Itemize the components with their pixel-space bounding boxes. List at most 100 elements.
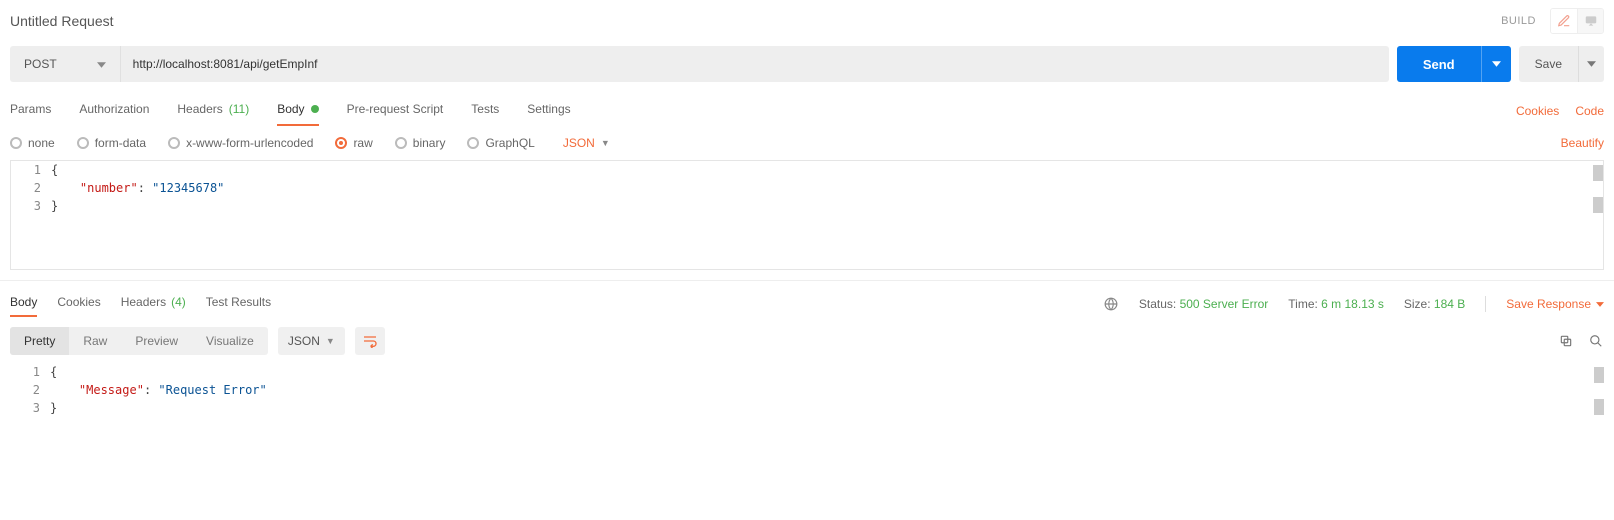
globe-icon[interactable] — [1103, 296, 1119, 312]
view-tab-visualize[interactable]: Visualize — [192, 327, 268, 355]
radio-binary-label: binary — [413, 136, 446, 150]
radio-none[interactable]: none — [10, 136, 55, 150]
code-indent — [51, 181, 80, 195]
cookies-link[interactable]: Cookies — [1516, 104, 1559, 118]
tab-headers-label: Headers — [177, 102, 222, 116]
radio-binary[interactable]: binary — [395, 136, 446, 150]
wrap-icon — [362, 334, 378, 348]
response-format-dropdown[interactable]: JSON ▼ — [278, 327, 345, 355]
line-number: 3 — [11, 197, 51, 215]
edit-icon-btn[interactable] — [1551, 9, 1577, 33]
tab-headers-count: (11) — [229, 102, 249, 116]
scroll-marker — [1594, 367, 1604, 383]
line-number: 1 — [10, 363, 50, 381]
view-tab-pretty[interactable]: Pretty — [10, 327, 69, 355]
caret-down-icon: ▼ — [326, 336, 335, 346]
size-label: Size: — [1404, 297, 1431, 311]
code-token: { — [51, 163, 58, 177]
build-label: BUILD — [1501, 15, 1536, 27]
request-body-editor[interactable]: 1{ 2 "number": "12345678" 3} — [10, 160, 1604, 270]
code-colon: : — [138, 181, 152, 195]
status-value: 500 Server Error — [1180, 297, 1269, 311]
response-view-right — [1558, 333, 1604, 349]
size-group: Size: 184 B — [1404, 297, 1465, 311]
resp-tab-headers[interactable]: Headers (4) — [121, 291, 186, 317]
code-key: "Message" — [79, 383, 144, 397]
time-value: 6 m 18.13 s — [1321, 297, 1384, 311]
response-status-right: Status: 500 Server Error Time: 6 m 18.13… — [1103, 296, 1604, 312]
body-types: none form-data x-www-form-urlencoded raw… — [10, 136, 610, 150]
send-dropdown-button[interactable] — [1481, 46, 1511, 82]
line-number: 1 — [11, 161, 51, 179]
radio-none-label: none — [28, 136, 55, 150]
header-row: Untitled Request BUILD — [0, 0, 1614, 46]
code-key: "number" — [80, 181, 138, 195]
body-type-row: none form-data x-www-form-urlencoded raw… — [0, 126, 1614, 160]
caret-down-icon: ▼ — [601, 138, 610, 148]
send-button[interactable]: Send — [1397, 46, 1481, 82]
method-url-wrap: POST — [10, 46, 1389, 82]
resp-tab-body[interactable]: Body — [10, 291, 37, 317]
view-mode-tabs: Pretty Raw Preview Visualize — [10, 327, 268, 355]
status-label: Status: — [1139, 297, 1176, 311]
radio-icon — [467, 137, 479, 149]
radio-urlencoded[interactable]: x-www-form-urlencoded — [168, 136, 313, 150]
save-button[interactable]: Save — [1519, 46, 1578, 82]
time-group: Time: 6 m 18.13 s — [1288, 297, 1384, 311]
tab-authorization[interactable]: Authorization — [79, 96, 149, 126]
response-tabs-row: Body Cookies Headers (4) Test Results St… — [0, 280, 1614, 317]
save-response-dropdown[interactable]: Save Response — [1506, 297, 1604, 311]
radio-raw-label: raw — [353, 136, 372, 150]
search-button[interactable] — [1588, 333, 1604, 349]
radio-icon — [168, 137, 180, 149]
response-view-row: Pretty Raw Preview Visualize JSON ▼ — [0, 317, 1614, 363]
code-token: } — [50, 401, 57, 415]
line-number: 2 — [10, 381, 50, 399]
url-input[interactable] — [121, 46, 1389, 82]
wrap-lines-button[interactable] — [355, 327, 385, 355]
radio-formdata[interactable]: form-data — [77, 136, 146, 150]
radio-icon — [77, 137, 89, 149]
view-mode-toggle — [1550, 8, 1604, 34]
copy-button[interactable] — [1558, 333, 1574, 349]
code-indent — [50, 383, 79, 397]
tab-prerequest[interactable]: Pre-request Script — [347, 96, 444, 126]
tab-headers[interactable]: Headers (11) — [177, 96, 249, 126]
body-format-dropdown[interactable]: JSON ▼ — [563, 136, 610, 150]
radio-raw[interactable]: raw — [335, 136, 372, 150]
tab-params[interactable]: Params — [10, 96, 51, 126]
method-select[interactable]: POST — [10, 46, 121, 82]
resp-tab-testresults[interactable]: Test Results — [206, 291, 271, 317]
view-tab-raw[interactable]: Raw — [69, 327, 121, 355]
method-value: POST — [24, 57, 57, 71]
header-right: BUILD — [1501, 8, 1604, 34]
radio-graphql[interactable]: GraphQL — [467, 136, 534, 150]
code-link[interactable]: Code — [1575, 104, 1604, 118]
tab-tests[interactable]: Tests — [471, 96, 499, 126]
request-title: Untitled Request — [10, 13, 114, 29]
resp-tab-headers-label: Headers — [121, 295, 166, 309]
comment-icon-btn[interactable] — [1577, 9, 1603, 33]
request-tabs: Params Authorization Headers (11) Body P… — [10, 96, 571, 126]
caret-down-icon — [1587, 61, 1596, 67]
tab-settings[interactable]: Settings — [527, 96, 570, 126]
body-format-value: JSON — [563, 136, 595, 150]
time-label: Time: — [1288, 297, 1318, 311]
save-button-group: Save — [1519, 46, 1604, 82]
beautify-link[interactable]: Beautify — [1561, 136, 1604, 150]
response-body-editor[interactable]: 1{ 2 "Message": "Request Error" 3} — [10, 363, 1604, 463]
save-response-label: Save Response — [1506, 297, 1591, 311]
code-token: { — [50, 365, 57, 379]
code-value: "Request Error" — [158, 383, 266, 397]
radio-formdata-label: form-data — [95, 136, 146, 150]
resp-tab-cookies[interactable]: Cookies — [57, 291, 100, 317]
scroll-marker — [1594, 399, 1604, 415]
response-tabs: Body Cookies Headers (4) Test Results — [10, 291, 271, 317]
scroll-marker — [1593, 165, 1603, 181]
send-button-group: Send — [1397, 46, 1511, 82]
tab-body[interactable]: Body — [277, 96, 318, 126]
line-number: 3 — [10, 399, 50, 417]
save-dropdown-button[interactable] — [1578, 46, 1604, 82]
code-token: } — [51, 199, 58, 213]
view-tab-preview[interactable]: Preview — [121, 327, 192, 355]
